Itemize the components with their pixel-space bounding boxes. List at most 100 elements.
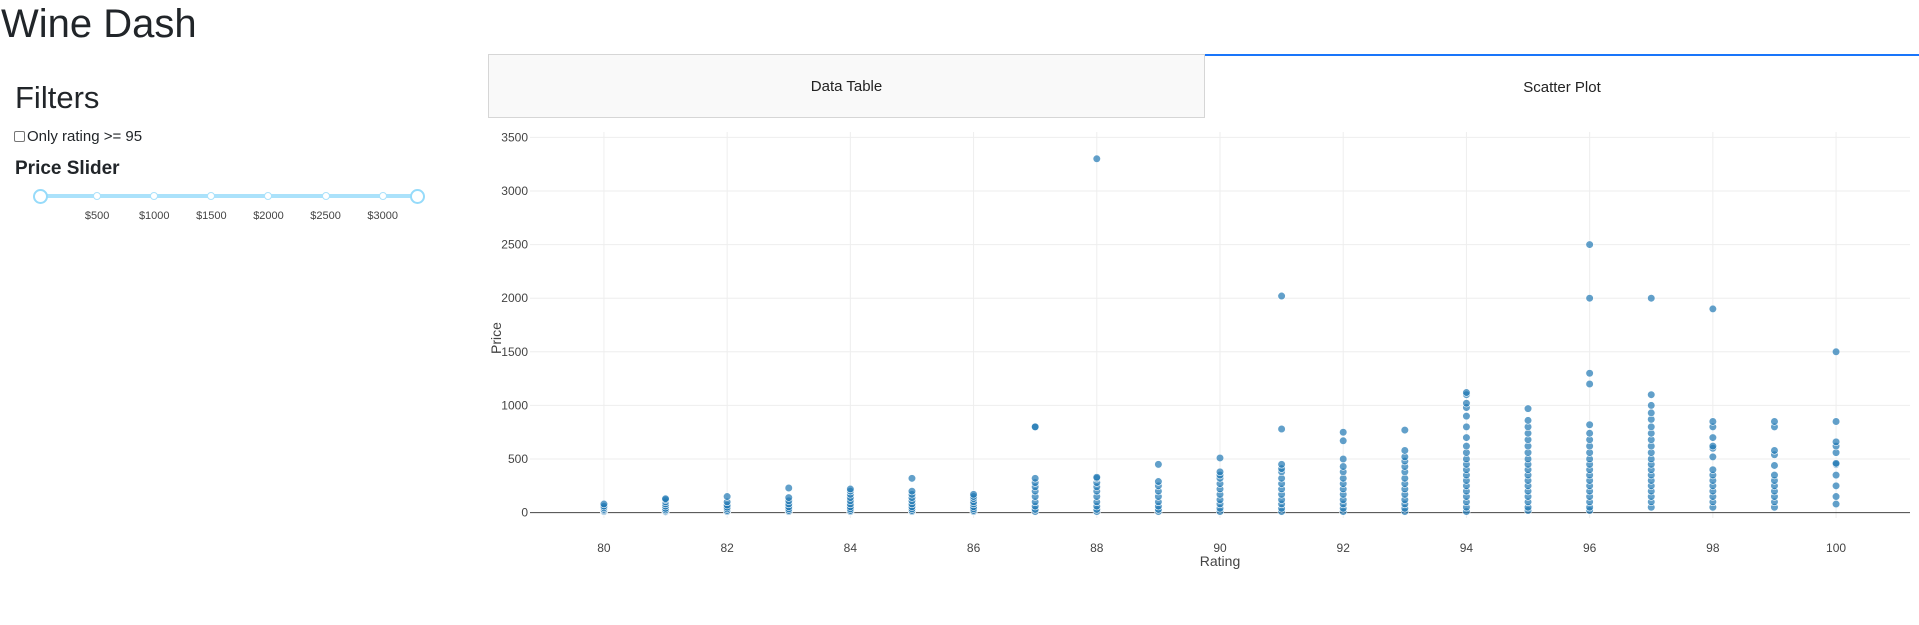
scatter-point[interactable]: [1831, 459, 1841, 468]
scatter-point[interactable]: [1154, 477, 1163, 486]
scatter-point[interactable]: [1400, 425, 1409, 435]
scatter-point[interactable]: [1647, 422, 1656, 431]
price-slider-mark-label[interactable]: $500: [85, 210, 109, 222]
tab-data-table[interactable]: Data Table: [488, 54, 1205, 118]
scatter-point[interactable]: [1462, 442, 1471, 451]
scatter-point[interactable]: [1831, 347, 1841, 356]
y-tick-label: 1500: [501, 345, 528, 359]
scatter-point[interactable]: [1647, 408, 1656, 418]
scatter-point[interactable]: [1708, 452, 1717, 461]
scatter-point[interactable]: [1523, 404, 1533, 413]
scatter-point[interactable]: [1462, 399, 1471, 408]
price-slider-mark-dot[interactable]: [264, 192, 273, 200]
scatter-point[interactable]: [1831, 492, 1841, 501]
scatter-point[interactable]: [1770, 461, 1779, 470]
scatter-point[interactable]: [1339, 436, 1348, 445]
scatter-point[interactable]: [1339, 462, 1348, 471]
y-tick-label: 0: [521, 506, 528, 520]
scatter-point[interactable]: [1031, 422, 1040, 431]
price-slider-mark-label[interactable]: $3000: [367, 210, 398, 222]
x-axis-title: Rating: [1200, 553, 1240, 569]
scatter-point[interactable]: [1462, 422, 1471, 431]
scatter-point[interactable]: [1770, 417, 1779, 426]
scatter-point[interactable]: [1462, 412, 1471, 421]
scatter-point[interactable]: [1277, 460, 1286, 469]
price-slider-mark-label[interactable]: $1500: [196, 210, 227, 222]
y-tick-label: 500: [508, 452, 528, 466]
scatter-point[interactable]: [1277, 291, 1286, 301]
price-slider-max-handle[interactable]: [410, 189, 425, 204]
scatter-point[interactable]: [1708, 433, 1717, 442]
price-slider-mark-dot[interactable]: [378, 192, 387, 200]
scatter-point[interactable]: [1523, 416, 1533, 425]
y-tick-label: 1000: [501, 398, 528, 412]
scatter-point[interactable]: [907, 474, 917, 483]
scatter-point[interactable]: [1770, 446, 1779, 455]
scatter-point[interactable]: [1585, 429, 1594, 438]
scatter-point[interactable]: [846, 484, 855, 494]
scatter-point[interactable]: [1400, 446, 1409, 455]
scatter-point[interactable]: [969, 490, 978, 499]
scatter-point[interactable]: [1708, 442, 1717, 451]
scatter-point[interactable]: [661, 494, 670, 503]
scatter-point[interactable]: [907, 487, 917, 496]
price-slider-mark-label[interactable]: $2000: [253, 210, 284, 222]
filters-title: Filters: [15, 80, 100, 115]
x-tick-label: 96: [1583, 541, 1597, 555]
scatter-point[interactable]: [1339, 454, 1348, 464]
price-slider[interactable]: $500 $1000 $1500 $2000 $2500 $3000: [30, 187, 430, 227]
scatter-point[interactable]: [1708, 465, 1717, 474]
scatter-point[interactable]: [1647, 401, 1656, 410]
scatter-point[interactable]: [1647, 390, 1656, 399]
scatter-point[interactable]: [1031, 474, 1040, 483]
scatter-point[interactable]: [1831, 417, 1841, 426]
scatter-point[interactable]: [1092, 154, 1101, 163]
scatter-point[interactable]: [1770, 471, 1779, 480]
price-slider-mark-dot[interactable]: [93, 192, 102, 200]
scatter-point[interactable]: [1585, 379, 1594, 389]
x-tick-label: 94: [1460, 541, 1474, 555]
scatter-point[interactable]: [1339, 428, 1348, 437]
scatter-plot[interactable]: 80 82 84 86 88 90 92 94 96 98 100 0500100015002000…: [488, 120, 1919, 580]
tab-scatter-plot[interactable]: Scatter Plot: [1205, 54, 1919, 118]
app-title: Wine Dash: [1, 2, 197, 46]
scatter-point[interactable]: [1708, 417, 1717, 426]
y-axis-title: Price: [488, 322, 504, 354]
y-tick-label: 3500: [501, 130, 528, 144]
scatter-point[interactable]: [1585, 369, 1594, 378]
scatter-point[interactable]: [1585, 240, 1594, 249]
rating-filter-label[interactable]: Only rating >= 95: [27, 128, 142, 145]
scatter-point[interactable]: [1831, 471, 1841, 480]
scatter-point[interactable]: [784, 483, 793, 493]
price-slider-mark-label[interactable]: $2500: [310, 210, 341, 222]
scatter-point[interactable]: [1462, 388, 1471, 397]
price-slider-min-handle[interactable]: [33, 189, 48, 204]
scatter-point[interactable]: [599, 499, 609, 509]
scatter-point[interactable]: [1585, 294, 1594, 303]
y-tick-label: 2000: [501, 291, 528, 305]
scatter-point[interactable]: [1831, 481, 1841, 490]
price-slider-mark-dot[interactable]: [207, 192, 216, 200]
price-slider-mark-dot[interactable]: [150, 192, 159, 200]
x-tick-label: 92: [1337, 541, 1351, 555]
scatter-point[interactable]: [1831, 499, 1841, 509]
price-slider-mark-dot[interactable]: [321, 192, 330, 200]
scatter-point[interactable]: [1215, 467, 1225, 476]
scatter-point[interactable]: [723, 492, 732, 501]
scatter-point[interactable]: [1215, 453, 1225, 463]
scatter-point[interactable]: [784, 493, 793, 502]
rating-filter-checkbox-row[interactable]: Only rating >= 95: [14, 128, 142, 145]
tab-bar: Data Table Scatter Plot: [488, 54, 1919, 120]
scatter-point[interactable]: [1708, 304, 1717, 314]
scatter-point[interactable]: [1092, 473, 1101, 482]
scatter-point[interactable]: [1462, 433, 1471, 442]
rating-filter-checkbox[interactable]: [14, 131, 25, 142]
scatter-point[interactable]: [1647, 294, 1656, 303]
scatter-point[interactable]: [1277, 424, 1286, 434]
price-slider-mark-label[interactable]: $1000: [139, 210, 170, 222]
x-tick-label: 82: [720, 541, 734, 555]
scatter-point[interactable]: [1831, 437, 1841, 446]
scatter-point[interactable]: [1585, 420, 1594, 429]
y-tick-labels: 0 500 1000 1500 2000 2500 3000 3500: [501, 130, 528, 519]
scatter-point[interactable]: [1154, 460, 1163, 469]
